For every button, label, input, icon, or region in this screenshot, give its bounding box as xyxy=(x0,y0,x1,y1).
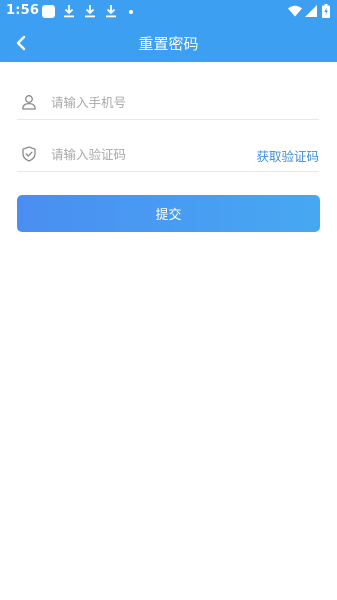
download-icon xyxy=(85,5,95,18)
wifi-icon xyxy=(288,5,302,17)
status-bar: 1:56 xyxy=(0,0,337,24)
user-icon xyxy=(22,95,36,110)
download-icon xyxy=(64,5,74,18)
download-icon xyxy=(106,5,116,18)
submit-button[interactable]: 提交 xyxy=(17,195,320,232)
app-notification-icon xyxy=(42,5,55,18)
code-field-row: 获取验证码 xyxy=(17,138,319,172)
signal-icon xyxy=(305,5,317,17)
app-bar: 1:56 重置密码 xyxy=(0,0,337,62)
phone-field-row xyxy=(17,86,319,120)
dot-icon xyxy=(129,10,133,14)
status-time: 1:56 xyxy=(6,3,40,18)
page-title: 重置密码 xyxy=(138,35,199,53)
get-code-button[interactable]: 获取验证码 xyxy=(256,146,319,165)
phone-input[interactable] xyxy=(51,90,241,114)
battery-icon xyxy=(322,4,330,18)
shield-check-icon xyxy=(22,146,36,162)
code-input[interactable] xyxy=(51,142,241,166)
